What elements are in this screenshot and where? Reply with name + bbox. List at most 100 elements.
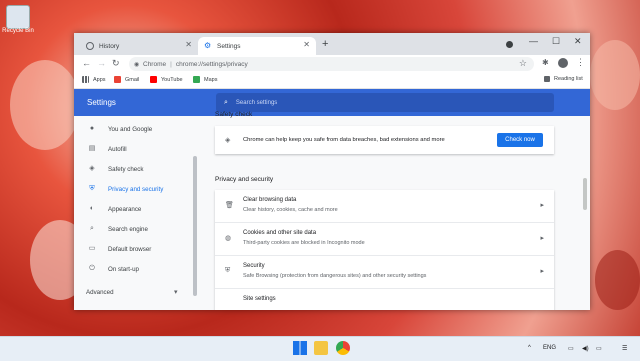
close-icon[interactable]: ✕ <box>303 40 310 49</box>
tab-history[interactable]: History ✕ <box>80 37 198 55</box>
language-indicator[interactable]: ENG <box>543 345 556 351</box>
settings-page: Settings ⌕ Search settings ● You and Goo… <box>74 89 590 310</box>
desktop-icon-label: Recycle Bin <box>2 28 34 34</box>
sidebar-scrollbar[interactable] <box>193 156 197 296</box>
volume-icon[interactable]: ◀) <box>582 345 589 352</box>
section-title-privacy: Privacy and security <box>215 176 274 183</box>
tab-search-icon[interactable] <box>506 41 513 48</box>
history-icon <box>86 42 94 50</box>
tab-strip: History ✕ ⚙ Settings ✕ + — ☐ ✕ <box>74 33 590 55</box>
windows-start-icon[interactable] <box>293 341 307 355</box>
new-tab-button[interactable]: + <box>322 38 328 50</box>
profile-avatar[interactable] <box>558 58 568 68</box>
apps-grid-icon <box>82 76 89 83</box>
settings-main: Safety check ◈ Chrome can help keep you … <box>199 111 590 310</box>
bookmark-label: Apps <box>93 76 106 83</box>
chevron-right-icon: ▸ <box>540 202 544 209</box>
sidebar-item-safety-check[interactable]: ◈ Safety check <box>74 159 199 179</box>
file-explorer-icon[interactable] <box>314 341 328 355</box>
sidebar-item-you-and-google[interactable]: ● You and Google <box>74 119 199 139</box>
sidebar-item-label: You and Google <box>108 125 153 133</box>
page-title: Settings <box>87 98 116 107</box>
search-placeholder: Search settings <box>235 99 278 106</box>
chrome-icon[interactable] <box>336 341 350 355</box>
search-icon: ⌕ <box>90 225 94 232</box>
settings-header: Settings ⌕ Search settings <box>74 89 590 116</box>
section-title-safety-check: Safety check <box>215 111 253 118</box>
sidebar-item-label: On start-up <box>108 265 139 273</box>
recycle-bin-icon[interactable] <box>6 5 30 29</box>
palette-icon: ◐ <box>89 205 95 212</box>
sidebar-item-label: Safety check <box>108 165 144 173</box>
chevron-up-icon[interactable]: ^ <box>528 345 531 351</box>
minimize-button[interactable]: — <box>529 36 538 46</box>
row-title: Site settings <box>243 296 276 302</box>
reading-list-icon <box>544 76 550 82</box>
sidebar-item-label: Default browser <box>108 245 152 253</box>
chrome-site-icon: ◉ <box>134 61 140 68</box>
address-bar[interactable]: ◉ Chrome | chrome://settings/privacy ☆ <box>129 57 534 71</box>
back-icon[interactable]: ← <box>82 58 91 68</box>
tab-label: Settings <box>217 42 241 50</box>
wallpaper-leaf <box>595 250 640 310</box>
search-icon: ⌕ <box>224 98 228 106</box>
sidebar-item-default-browser[interactable]: ▭ Default browser <box>74 239 199 259</box>
reload-icon[interactable]: ↻ <box>112 58 120 69</box>
bookmark-star-icon[interactable]: ☆ <box>519 58 527 69</box>
bookmark-label: Gmail <box>125 76 140 83</box>
sidebar-advanced[interactable]: Advanced <box>86 289 114 296</box>
cookie-icon: ◍ <box>225 235 232 242</box>
chevron-right-icon: ▸ <box>540 235 544 242</box>
autofill-icon: ▤ <box>88 145 96 152</box>
sidebar-item-on-start-up[interactable]: ⏻ On start-up <box>74 259 199 279</box>
row-site-settings[interactable]: Site settings <box>215 288 554 310</box>
row-subtitle: Clear history, cookies, cache and more <box>243 207 338 213</box>
reading-list-label: Reading list <box>554 76 583 82</box>
search-input[interactable]: ⌕ Search settings <box>216 93 554 112</box>
safety-check-text: Chrome can help keep you safe from data … <box>243 137 445 143</box>
power-icon: ⏻ <box>89 265 95 272</box>
safety-check-card: ◈ Chrome can help keep you safe from dat… <box>215 126 554 154</box>
settings-sidebar: ● You and Google ▤ Autofill ◈ Safety che… <box>74 116 199 310</box>
trash-icon: 🗑 <box>225 202 234 209</box>
check-now-button[interactable]: Check now <box>497 133 543 147</box>
row-title: Clear browsing data <box>243 197 297 203</box>
network-icon[interactable]: ▭ <box>568 345 574 352</box>
chevron-down-icon[interactable]: ▾ <box>174 288 178 296</box>
tab-label: History <box>99 42 120 50</box>
row-clear-browsing-data[interactable]: 🗑 Clear browsing data Clear history, coo… <box>215 190 554 222</box>
maximize-button[interactable]: ☐ <box>552 36 560 47</box>
sidebar-item-autofill[interactable]: ▤ Autofill <box>74 139 199 159</box>
close-window-button[interactable]: ✕ <box>574 36 582 47</box>
shield-icon: ⛨ <box>225 267 231 274</box>
menu-icon[interactable]: ⋮ <box>576 57 585 68</box>
main-scrollbar[interactable] <box>583 178 587 210</box>
shield-check-icon: ◈ <box>89 165 95 172</box>
battery-icon[interactable]: ▭ <box>596 345 602 352</box>
bookmark-maps[interactable]: Maps <box>193 76 217 83</box>
maps-icon <box>193 76 200 83</box>
sidebar-item-privacy-and-security[interactable]: ⛨ Privacy and security <box>74 179 199 199</box>
close-icon[interactable]: ✕ <box>185 40 192 49</box>
bookmark-youtube[interactable]: YouTube <box>150 76 183 83</box>
sidebar-item-search-engine[interactable]: ⌕ Search engine <box>74 219 199 239</box>
reading-list[interactable]: Reading list <box>544 76 583 82</box>
tab-settings[interactable]: ⚙ Settings ✕ <box>198 37 316 55</box>
person-icon: ● <box>89 125 95 132</box>
gear-icon: ⚙ <box>204 41 212 50</box>
bookmark-gmail[interactable]: Gmail <box>114 76 139 83</box>
row-title: Security <box>243 263 265 269</box>
sidebar-item-appearance[interactable]: ◐ Appearance <box>74 199 199 219</box>
forward-icon[interactable]: → <box>97 58 106 68</box>
taskbar: ^ ENG ▭ ◀) ▭ ☰ <box>0 336 640 361</box>
wallpaper-leaf <box>10 60 80 150</box>
notifications-icon[interactable]: ☰ <box>622 345 627 352</box>
sidebar-item-label: Autofill <box>108 145 127 153</box>
sidebar-item-label: Appearance <box>108 205 142 213</box>
bookmark-apps[interactable]: Apps <box>82 76 106 83</box>
row-cookies[interactable]: ◍ Cookies and other site data Third-part… <box>215 222 554 256</box>
extensions-icon[interactable]: ✱ <box>542 58 549 67</box>
row-security[interactable]: ⛨ Security Safe Browsing (protection fro… <box>215 255 554 289</box>
shield-check-icon: ◈ <box>225 137 231 144</box>
sidebar-item-label: Privacy and security <box>108 185 164 193</box>
